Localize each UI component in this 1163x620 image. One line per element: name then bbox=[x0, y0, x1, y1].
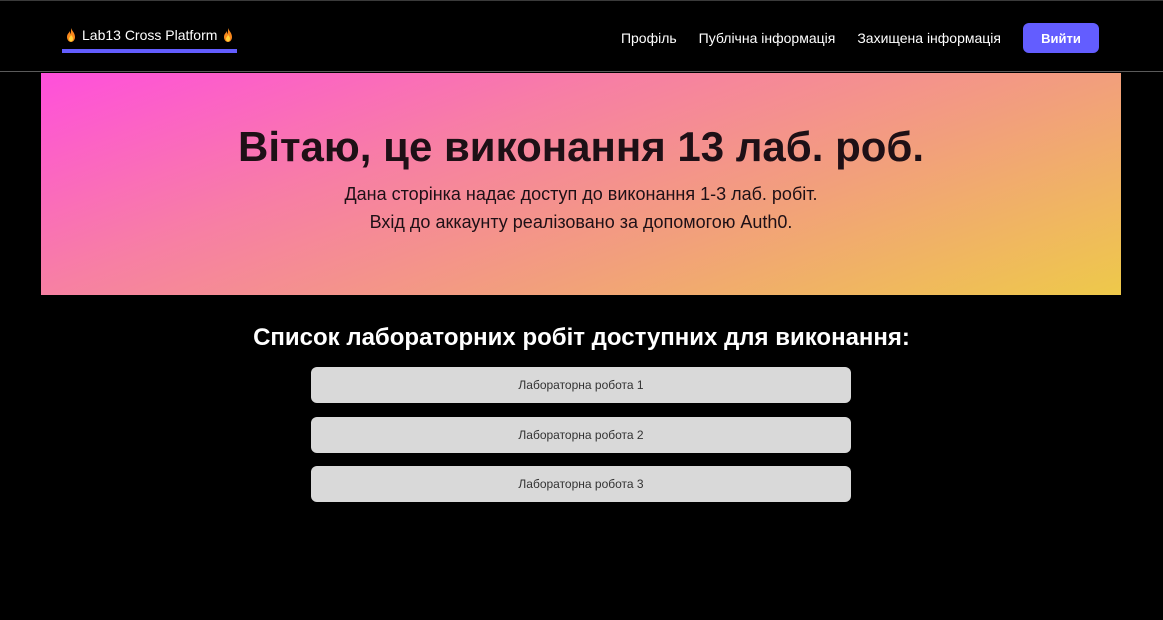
fire-icon bbox=[67, 28, 75, 42]
nav-links: Профіль Публічна інформація Захищена інф… bbox=[621, 23, 1099, 53]
nav-link-protected-info[interactable]: Захищена інформація bbox=[857, 30, 1001, 46]
logout-button[interactable]: Вийти bbox=[1023, 23, 1099, 53]
labs-list: Лабораторна робота 1 Лабораторна робота … bbox=[311, 367, 851, 516]
hero-title: Вітаю, це виконання 13 лаб. роб. bbox=[237, 123, 924, 170]
lab-3-button[interactable]: Лабораторна робота 3 bbox=[311, 466, 851, 502]
lab-1-button[interactable]: Лабораторна робота 1 bbox=[311, 367, 851, 403]
hero-banner: Вітаю, це виконання 13 лаб. роб. Дана ст… bbox=[41, 73, 1121, 295]
brand-label: Lab13 Cross Platform bbox=[82, 27, 218, 43]
nav-link-profile[interactable]: Профіль bbox=[621, 30, 677, 46]
navbar: Lab13 Cross Platform Профіль Публічна ін… bbox=[0, 0, 1163, 72]
nav-link-public-info[interactable]: Публічна інформація bbox=[699, 30, 836, 46]
brand-link[interactable]: Lab13 Cross Platform bbox=[62, 25, 238, 53]
fire-icon bbox=[224, 28, 233, 42]
hero-description-line-2: Вхід до аккаунту реалізовано за допомого… bbox=[369, 212, 793, 232]
hero-description-line-1: Дана сторінка надає доступ до виконання … bbox=[344, 184, 818, 204]
labs-list-title: Список лабораторних робіт доступних для … bbox=[253, 324, 910, 351]
lab-2-button[interactable]: Лабораторна робота 2 bbox=[311, 416, 851, 453]
